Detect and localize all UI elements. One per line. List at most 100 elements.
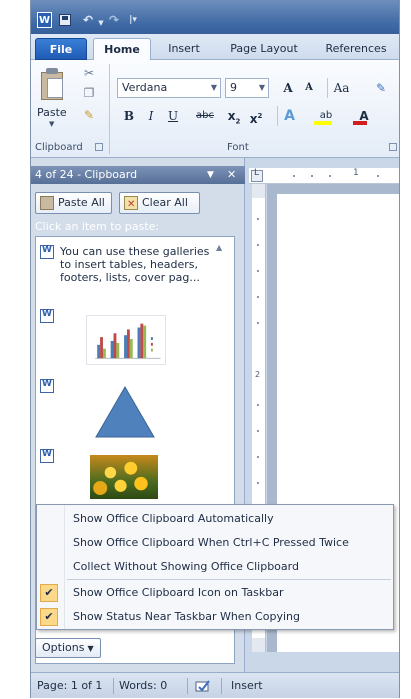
clear-icon (124, 195, 138, 215)
ruler-number: 2 (255, 370, 261, 379)
options-menu: Show Office Clipboard Automatically Show… (36, 504, 394, 630)
undo-icon[interactable]: ↶ (81, 12, 95, 28)
underline-button[interactable]: U (165, 106, 181, 126)
word-logo-icon[interactable]: W (37, 12, 52, 28)
close-icon[interactable]: ✕ (227, 166, 236, 184)
menu-item-collect-without-showing[interactable]: Collect Without Showing Office Clipboard (37, 555, 393, 579)
font-name-value: Verdana (122, 81, 168, 94)
menu-item-show-ctrl-c-twice[interactable]: Show Office Clipboard When Ctrl+C Presse… (37, 531, 393, 555)
undo-dropdown-icon[interactable]: ▼ (97, 15, 105, 31)
menu-item-label: Show Office Clipboard Automatically (73, 512, 274, 525)
cut-icon[interactable]: ✂ (81, 66, 97, 80)
ruler-tick (257, 322, 259, 324)
chevron-down-icon: ▼ (87, 644, 94, 653)
subscript-button[interactable]: x2 (225, 106, 243, 126)
ruler-tick (257, 244, 259, 246)
customize-qat-icon[interactable]: |▾ (129, 12, 137, 28)
font-group-label: Font (227, 142, 249, 153)
status-page-count[interactable]: Page: 1 of 1 (37, 673, 102, 699)
ruler-tick (293, 175, 295, 177)
clear-all-button[interactable]: Clear All (119, 192, 200, 215)
paste-button[interactable]: Paste (37, 106, 67, 119)
save-icon[interactable] (58, 12, 72, 28)
strikethrough-button[interactable]: abc (191, 106, 219, 126)
ruler-tick (257, 270, 259, 272)
clipboard-group-label: Clipboard (35, 142, 83, 153)
paste-all-label: Paste All (58, 196, 105, 209)
font-size-value: 9 (230, 81, 237, 94)
ruler-tick (311, 175, 313, 177)
menu-item-show-icon-on-taskbar[interactable]: ✔ Show Office Clipboard Icon on Taskbar (37, 581, 393, 605)
menu-item-label: Show Office Clipboard Icon on Taskbar (73, 586, 284, 599)
clipboard-pane-title: 4 of 24 - Clipboard (35, 168, 138, 181)
paste-dropdown-icon[interactable]: ▼ (49, 120, 54, 128)
ruler-tick (257, 456, 259, 458)
highlight-button[interactable]: ab (311, 106, 341, 126)
triangle-thumbnail-icon (95, 386, 155, 438)
status-insert-mode[interactable]: Insert (231, 673, 263, 699)
chevron-down-icon[interactable]: ▼ (207, 166, 214, 184)
menu-item-show-automatically[interactable]: Show Office Clipboard Automatically (37, 507, 393, 531)
paste-icon (40, 196, 54, 210)
tab-selector-icon[interactable] (251, 168, 263, 182)
menu-item-label: Collect Without Showing Office Clipboard (73, 560, 299, 573)
paste-icon[interactable] (39, 66, 67, 102)
redo-icon[interactable]: ↷ (107, 12, 121, 28)
word-document-icon (40, 379, 54, 393)
tab-insert[interactable]: Insert (159, 38, 209, 60)
bold-button[interactable]: B (121, 106, 137, 126)
highlight-label: ab (319, 110, 333, 121)
title-bar: W ↶ ▼ ↷ |▾ (31, 0, 399, 34)
font-color-button[interactable]: A (349, 106, 379, 126)
menu-item-label: Show Office Clipboard When Ctrl+C Presse… (73, 536, 349, 549)
tab-home[interactable]: Home (93, 38, 151, 61)
proofing-icon[interactable] (195, 680, 211, 692)
copy-icon[interactable]: ❐ (81, 86, 97, 100)
clipboard-launcher-icon[interactable] (95, 143, 103, 151)
clipboard-item-text-label: You can use these galleries to insert ta… (60, 245, 210, 284)
status-word-count[interactable]: Words: 0 (119, 673, 167, 699)
chevron-down-icon[interactable]: ▼ (259, 79, 265, 97)
clear-all-label: Clear All (142, 196, 188, 209)
font-color-bar (353, 121, 367, 125)
clipboard-pane-header: 4 of 24 - Clipboard ▼ ✕ (31, 166, 245, 184)
chevron-down-icon[interactable]: ▼ (211, 79, 217, 97)
word-document-icon (40, 245, 54, 259)
tab-references[interactable]: References (317, 38, 395, 60)
ruler-tick (257, 482, 259, 484)
clipboard-hint: Click an item to paste: (35, 220, 160, 233)
paste-all-button[interactable]: Paste All (35, 192, 112, 214)
clear-formatting-icon[interactable]: ✎ (371, 78, 391, 98)
scroll-up-icon[interactable]: ▲ (216, 243, 222, 252)
options-label: Options (42, 641, 85, 654)
ruler-tick (377, 175, 379, 177)
options-button[interactable]: Options ▼ (35, 638, 101, 658)
format-painter-icon[interactable]: ✎ (81, 108, 97, 122)
chart-thumbnail-icon (86, 315, 166, 365)
group-divider (109, 64, 110, 154)
flower-photo-thumbnail-icon (90, 455, 158, 499)
tab-file[interactable]: File (35, 38, 87, 60)
highlight-color-bar (314, 121, 332, 125)
menu-item-label: Show Status Near Taskbar When Copying (73, 610, 300, 623)
menu-item-show-status-near-taskbar[interactable]: ✔ Show Status Near Taskbar When Copying (37, 605, 393, 629)
ruler-tick (257, 404, 259, 406)
grow-font-button[interactable]: A (279, 78, 297, 98)
word-document-icon (40, 449, 54, 463)
ruler-tick (257, 430, 259, 432)
shrink-font-button[interactable]: A (301, 78, 317, 98)
ruler-tick (257, 296, 259, 298)
font-name-combobox[interactable]: Verdana ▼ (117, 78, 221, 98)
italic-button[interactable]: I (143, 106, 159, 126)
change-case-button[interactable]: Aa (327, 78, 355, 98)
checkmark-icon: ✔ (40, 584, 58, 602)
checkmark-icon: ✔ (40, 608, 58, 626)
tab-page-layout[interactable]: Page Layout (221, 38, 307, 60)
font-size-combobox[interactable]: 9 ▼ (225, 78, 269, 98)
text-effects-button[interactable]: A (277, 106, 301, 126)
superscript-button[interactable]: x2 (247, 106, 265, 126)
ribbon-tabs: File Home Insert Page Layout References (31, 34, 399, 61)
font-launcher-icon[interactable] (389, 143, 397, 151)
ribbon: Paste ▼ ✂ ❐ ✎ Clipboard Verdana ▼ 9 ▼ A … (31, 60, 399, 158)
word-document-icon (40, 309, 54, 323)
